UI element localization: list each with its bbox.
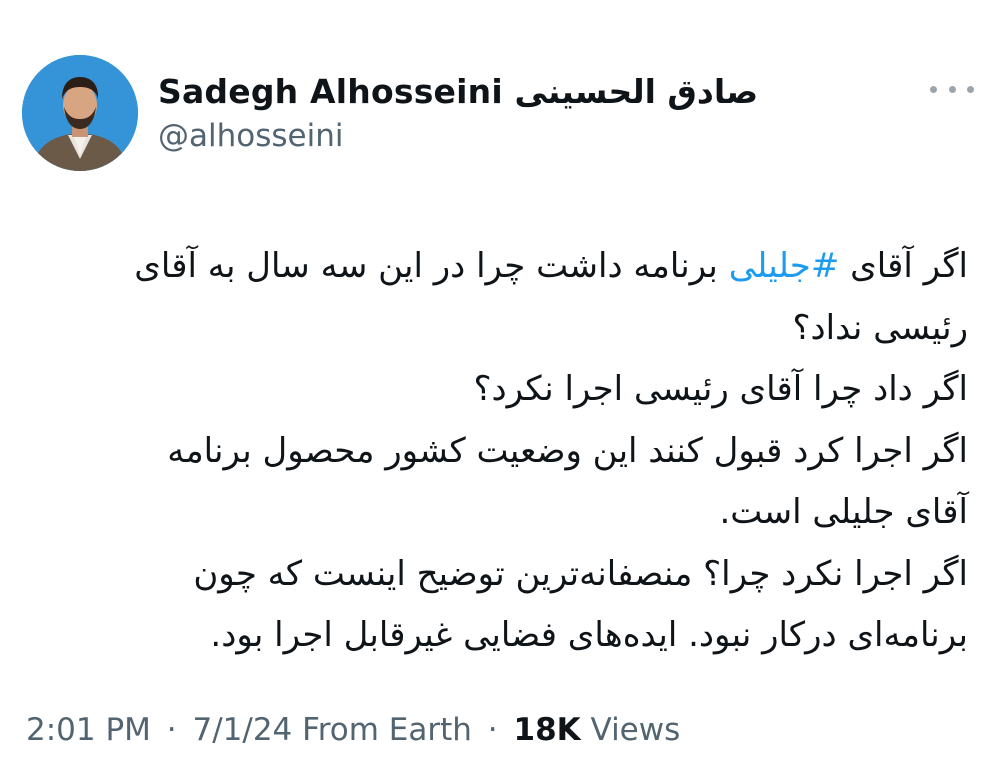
separator: · [487,712,498,748]
tweet-line-5: آقای جلیلی است. [719,492,968,532]
tweet-line-3: اگر داد چرا آقای رئیسی اجرا نکرد؟ [473,369,968,409]
author-handle[interactable]: @alhosseini [158,118,343,154]
views-count[interactable]: 18K [514,712,581,748]
tweet-date[interactable]: 7/1/24 [193,712,293,748]
tweet-time[interactable]: 2:01 PM [26,712,151,748]
dot [930,85,937,93]
tweet-text-segment: برنامه داشت چرا در این سه سال به آقای [134,246,729,286]
tweet-line-1: اگر آقای #جلیلی برنامه داشت چرا در این س… [28,236,968,298]
tweet-source: From Earth [302,712,472,748]
dot [967,85,974,93]
separator: · [166,712,177,748]
tweet-line-4: اگر اجرا کرد قبول کنند این وضعیت کشور مح… [167,430,968,471]
author-display-name[interactable]: Sadegh Alhosseini صادق الحسینی [158,72,758,111]
profile-photo-image [22,55,138,171]
tweet-line-6: اگر اجرا نکرد چرا؟ منصفانه‌ترین توضیح ای… [193,553,968,594]
tweet-line-7: برنامه‌ای درکار نبود. ایده‌های فضایی غیر… [210,615,968,655]
views-label: Views [590,712,681,748]
tweet-meta: 2:01 PM · 7/1/24 From Earth · 18K Views [26,712,680,748]
tweet-line-2: رئیسی نداد؟ [792,307,968,348]
tweet-text-segment: اگر آقای [839,246,968,286]
tweet-text: اگر آقای #جلیلی برنامه داشت چرا در این س… [28,236,968,667]
dot [948,85,956,93]
more-dots-icon[interactable] [930,76,974,102]
hashtag-link[interactable]: #جلیلی [729,246,840,286]
avatar[interactable] [22,55,138,171]
